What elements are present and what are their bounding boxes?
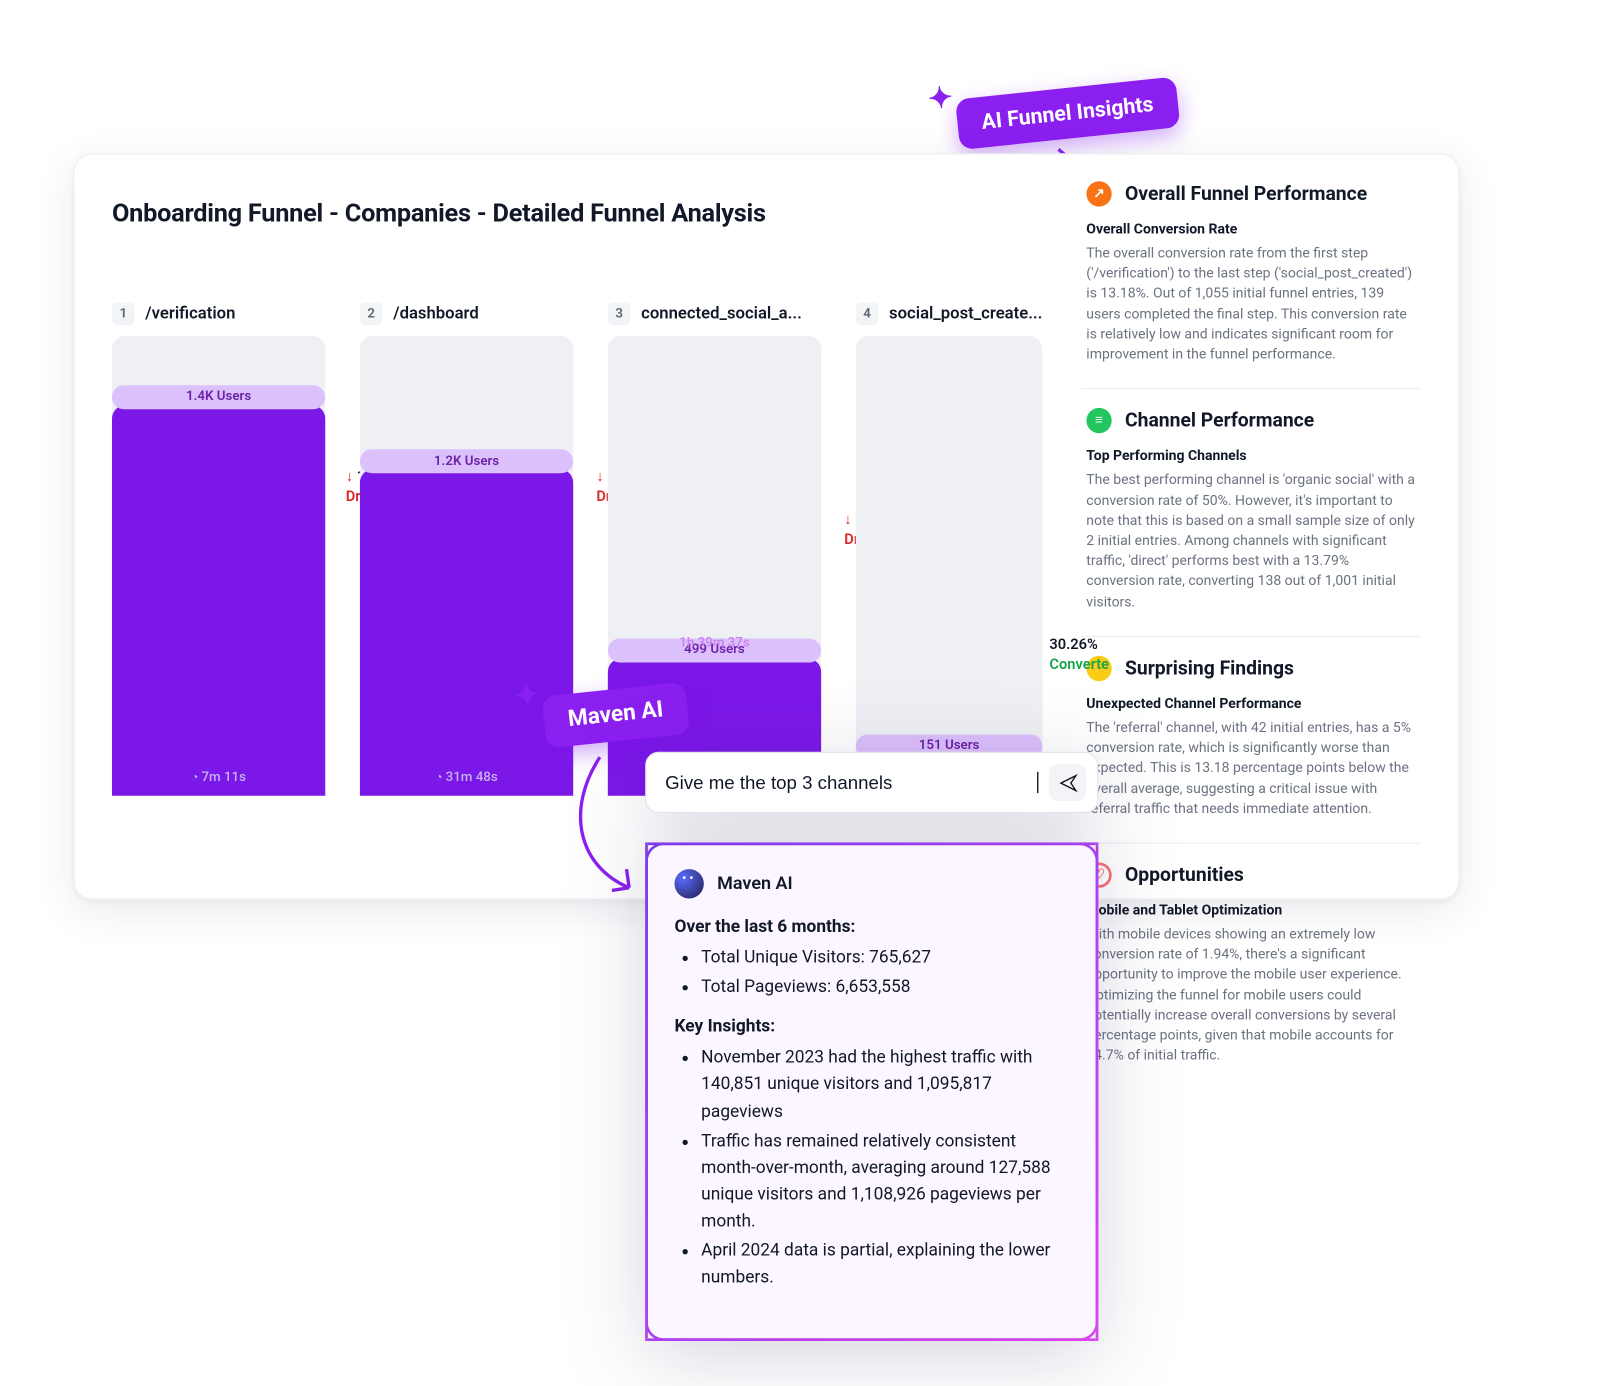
badge-label: Maven AI (567, 696, 665, 733)
list-item: November 2023 had the highest traffic wi… (701, 1045, 1069, 1126)
ai-avatar-icon (674, 869, 703, 898)
insight-opportunities: ♡ Opportunities Mobile and Tablet Optimi… (1081, 842, 1421, 1089)
users-pill: 1.2K Users (360, 449, 573, 473)
send-icon (1058, 772, 1078, 792)
badge-label: AI Funnel Insights (980, 91, 1154, 134)
step-time: 7m 11s (112, 770, 325, 785)
insight-surprising-findings: ⚡ Surprising Findings Unexpected Channel… (1081, 636, 1421, 843)
answer-list-2: November 2023 had the highest traffic wi… (674, 1045, 1069, 1292)
insight-body: The best performing channel is 'organic … (1086, 470, 1415, 612)
list-item: Traffic has remained relatively consiste… (701, 1129, 1069, 1236)
answer-heading: Over the last 6 months: (674, 917, 855, 937)
convert-pct: 30.26% (1049, 636, 1098, 653)
step-label: connected_social_a... (641, 304, 802, 324)
insight-subtitle: Mobile and Tablet Optimization (1086, 901, 1415, 918)
step-number: 1 (112, 303, 135, 326)
list-item: Total Pageviews: 6,653,558 (701, 975, 1069, 1002)
insight-subtitle: Unexpected Channel Performance (1086, 694, 1415, 711)
insight-channel-performance: ≡ Channel Performance Top Performing Cha… (1081, 388, 1421, 635)
chat-answer: Maven AI Over the last 6 months: Total U… (645, 842, 1098, 1340)
funnel-step-verification[interactable]: 1 /verification 7m 11s 1.4K Users ↓ 16.8… (112, 303, 325, 796)
ai-funnel-insights-badge: ✦ AI Funnel Insights (955, 77, 1180, 150)
arrow-down-icon: ↓ (844, 511, 855, 528)
list-item: April 2024 data is partial, explaining t… (701, 1239, 1069, 1293)
insight-title: Opportunities (1125, 864, 1244, 887)
sparkle-icon: ✦ (927, 81, 955, 117)
sparkle-icon: ✦ (513, 678, 541, 714)
insight-title: Overall Funnel Performance (1125, 183, 1367, 206)
step-number: 4 (856, 303, 879, 326)
chat-input[interactable] (665, 772, 1024, 793)
step-time: 1h 39m 37s (608, 635, 821, 650)
answer-heading: Key Insights: (674, 1017, 775, 1037)
insight-body: The 'referral' channel, with 42 initial … (1086, 717, 1415, 818)
funnel-step-dashboard[interactable]: 2 /dashboard 31m 48s 1.2K Users ↓ 57.46%… (360, 303, 573, 796)
arrow-down-icon: ↓ (596, 468, 607, 485)
chart-up-icon: ↗ (1086, 181, 1111, 206)
ai-name: Maven AI (717, 873, 793, 894)
insight-subtitle: Top Performing Channels (1086, 447, 1415, 464)
bars-icon: ≡ (1086, 408, 1111, 433)
maven-ai-chat-panel: Maven AI Over the last 6 months: Total U… (645, 752, 1098, 1341)
insight-body: With mobile devices showing an extremely… (1086, 924, 1415, 1066)
insight-title: Surprising Findings (1125, 657, 1294, 680)
arrow-down-icon: ↓ (346, 468, 357, 485)
insight-title: Channel Performance (1125, 410, 1314, 433)
step-number: 2 (360, 303, 383, 326)
step-label: /verification (145, 304, 235, 324)
insight-subtitle: Overall Conversion Rate (1086, 220, 1415, 237)
list-item: Total Unique Visitors: 765,627 (701, 945, 1069, 972)
insight-body: The overall conversion rate from the fir… (1086, 243, 1415, 365)
step-time: 31m 48s (360, 770, 573, 785)
send-button[interactable] (1049, 764, 1086, 801)
insight-overall-performance: ↗ Overall Funnel Performance Overall Con… (1081, 173, 1421, 388)
chat-prompt[interactable] (645, 752, 1098, 813)
page-title: Onboarding Funnel - Companies - Detailed… (112, 197, 1065, 228)
funnel-step-social-post-created[interactable]: 4 social_post_create... 151 Users 30.26%… (856, 303, 1043, 796)
step-number: 3 (608, 303, 631, 326)
answer-list-1: Total Unique Visitors: 765,627 Total Pag… (674, 945, 1069, 1001)
step-label: social_post_create... (889, 304, 1042, 324)
insights-sidebar: ↗ Overall Funnel Performance Overall Con… (1081, 173, 1421, 871)
step-label: /dashboard (393, 304, 479, 324)
convert-label: Converte (1049, 656, 1109, 673)
users-pill: 1.4K Users (112, 385, 325, 409)
